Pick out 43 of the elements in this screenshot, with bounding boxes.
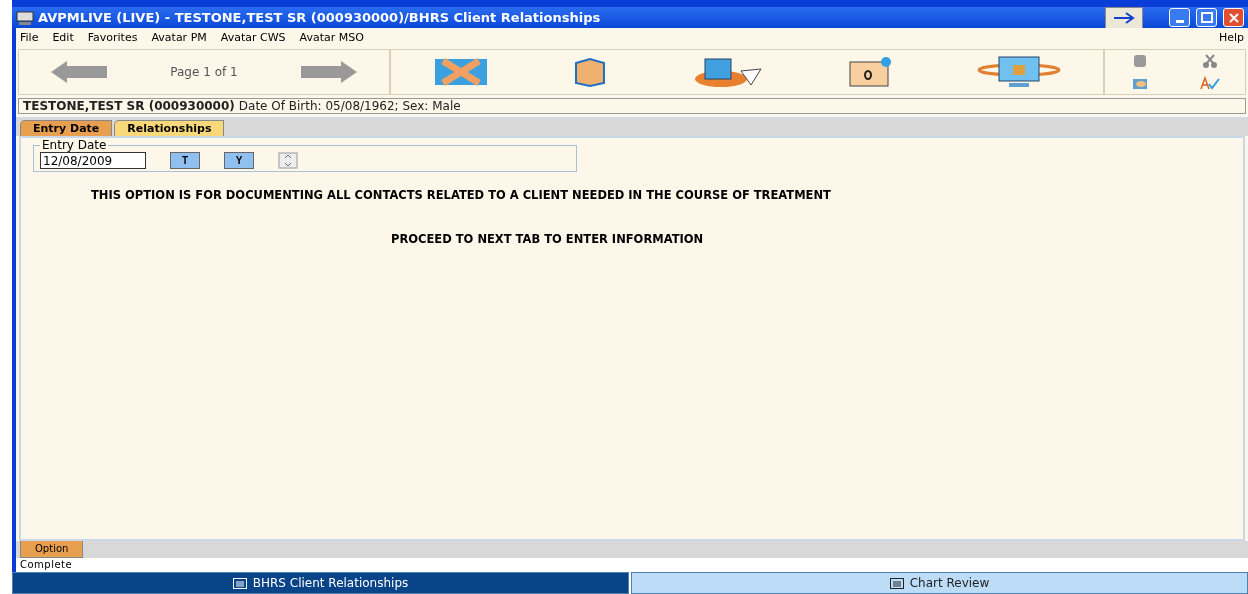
close-button[interactable] bbox=[1223, 8, 1244, 27]
right-arrow-icon[interactable] bbox=[298, 59, 359, 85]
tab[interactable]: Relationships bbox=[114, 120, 225, 136]
instruction-text: PROCEED TO NEXT TAB TO ENTER INFORMATION bbox=[391, 232, 705, 246]
maximize-icon bbox=[1200, 11, 1213, 24]
window-title: AVPMLIVE (LIVE) - TESTONE,TEST SR (000930000)/BHRS Client Relationships bbox=[38, 10, 602, 25]
scissors-icon[interactable] bbox=[1202, 54, 1218, 68]
menu-item[interactable]: Avatar PM bbox=[151, 31, 207, 44]
x-icon[interactable] bbox=[432, 57, 489, 87]
date-shortcut-button[interactable]: T bbox=[170, 152, 200, 169]
menu-item[interactable]: Avatar CWS bbox=[220, 31, 286, 44]
minimize-button[interactable] bbox=[1169, 8, 1190, 27]
copy-icon[interactable] bbox=[1132, 54, 1148, 68]
date-shortcut-button[interactable]: Y bbox=[224, 152, 254, 169]
tab[interactable]: Option bbox=[20, 541, 84, 558]
menu-item[interactable]: Avatar MSO bbox=[299, 31, 364, 44]
page-indicator: Page 1 of 1 bbox=[170, 65, 238, 79]
paste-icon[interactable] bbox=[1131, 76, 1149, 90]
patient-details: Date Of Birth: 05/08/1962; Sex: Male bbox=[238, 99, 461, 113]
arrow-icon bbox=[1112, 11, 1136, 24]
taskbar-item[interactable]: Chart Review bbox=[631, 572, 1248, 594]
menu-item[interactable]: File bbox=[20, 31, 39, 44]
monitor-lock-icon[interactable] bbox=[977, 55, 1062, 89]
instruction-text: THIS OPTION IS FOR DOCUMENTING ALL CONTACTS RELATED TO A CLIENT NEEDED IN THE COURSE OF TREATMENT bbox=[91, 188, 832, 202]
arrow-button[interactable] bbox=[1105, 6, 1143, 29]
spellcheck-icon[interactable] bbox=[1200, 76, 1220, 90]
patient-name: TESTONE,TEST SR (000930000) bbox=[23, 99, 235, 113]
maximize-button[interactable] bbox=[1196, 8, 1217, 27]
spinner-icon[interactable] bbox=[278, 152, 298, 169]
menu-item[interactable]: Help bbox=[1218, 31, 1244, 44]
computer-icon bbox=[16, 10, 34, 25]
minimize-icon bbox=[1175, 20, 1184, 23]
group-legend: Entry Date bbox=[40, 138, 109, 152]
menu-item[interactable]: Edit bbox=[52, 31, 74, 44]
left-arrow-icon[interactable] bbox=[49, 59, 110, 85]
taskbar-item[interactable]: BHRS Client Relationships bbox=[12, 572, 629, 594]
close-icon bbox=[1227, 11, 1240, 24]
menu-item[interactable]: Favorites bbox=[87, 31, 138, 44]
tab[interactable]: Entry Date bbox=[20, 120, 113, 136]
status-bar: Complete bbox=[16, 558, 1248, 572]
window-icon bbox=[232, 577, 247, 589]
date-field[interactable]: 12/08/2009 bbox=[40, 152, 146, 169]
window-icon bbox=[889, 577, 904, 589]
